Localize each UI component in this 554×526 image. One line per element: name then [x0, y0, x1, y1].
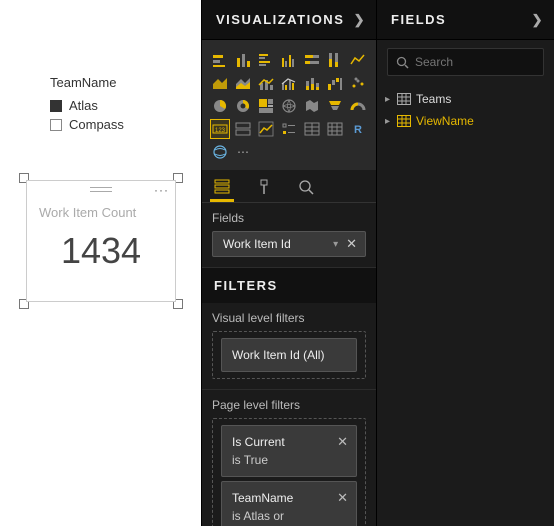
arcgis-map-icon[interactable]: [210, 142, 230, 162]
gauge-icon[interactable]: [348, 96, 368, 116]
hundred-stacked-column-icon[interactable]: [325, 50, 345, 70]
visualizations-header-label: VISUALIZATIONS: [216, 12, 344, 27]
format-tab-icon[interactable]: [252, 178, 276, 202]
svg-text:123: 123: [215, 128, 226, 134]
more-options-icon[interactable]: ···: [154, 183, 169, 197]
clustered-bar-chart-icon[interactable]: [256, 50, 276, 70]
slicer-visual[interactable]: TeamName Atlas Compass: [50, 75, 124, 136]
line-chart-icon[interactable]: [348, 50, 368, 70]
r-visual-icon[interactable]: R: [348, 119, 368, 139]
filled-map-icon[interactable]: [302, 96, 322, 116]
card-visual[interactable]: ··· Work Item Count 1434: [26, 180, 176, 302]
stacked-bar-chart-icon[interactable]: [210, 50, 230, 70]
card-title: Work Item Count: [27, 197, 175, 222]
donut-chart-icon[interactable]: [233, 96, 253, 116]
visual-filters-label: Visual level filters: [212, 311, 366, 325]
multi-row-card-icon[interactable]: [233, 119, 253, 139]
matrix-icon[interactable]: [325, 119, 345, 139]
analytics-tab-icon[interactable]: [294, 178, 318, 202]
import-custom-visual-icon[interactable]: ⋯: [233, 142, 253, 162]
fields-tab-icon[interactable]: [210, 178, 234, 202]
stacked-area-chart-icon[interactable]: [233, 73, 253, 93]
field-pill-label: Work Item Id: [223, 237, 291, 251]
card-visual-selection[interactable]: ··· Work Item Count 1434: [22, 176, 180, 306]
waterfall-chart-icon[interactable]: [325, 73, 345, 93]
remove-filter-icon[interactable]: ✕: [337, 432, 348, 452]
visualizations-header[interactable]: VISUALIZATIONS ❯: [202, 0, 376, 40]
filter-condition: is True: [232, 451, 336, 469]
visual-filters-section: Visual level filters Work Item Id (All): [202, 303, 376, 390]
search-input-wrap[interactable]: [387, 48, 544, 76]
search-input[interactable]: [415, 55, 554, 69]
line-stacked-column-icon[interactable]: [256, 73, 276, 93]
caret-right-icon: ▸: [385, 94, 397, 105]
chevron-right-icon[interactable]: ❯: [532, 12, 544, 28]
fields-pane: FIELDS ❯ ▸ Teams ▸ ViewName: [376, 0, 554, 526]
slicer-item[interactable]: Compass: [50, 117, 124, 132]
line-clustered-column-icon[interactable]: [279, 73, 299, 93]
slicer-title: TeamName: [50, 75, 124, 90]
scatter-chart-icon[interactable]: [348, 73, 368, 93]
slicer-item-label: Atlas: [69, 98, 98, 113]
fields-header-label: FIELDS: [391, 12, 446, 27]
card-value: 1434: [27, 222, 175, 272]
slicer-item[interactable]: Atlas: [50, 98, 124, 113]
remove-filter-icon[interactable]: ✕: [337, 488, 348, 508]
ribbon-chart-icon[interactable]: [302, 73, 322, 93]
filter-item[interactable]: Work Item Id (All): [221, 338, 357, 372]
kpi-icon[interactable]: [256, 119, 276, 139]
treemap-icon[interactable]: [256, 96, 276, 116]
hundred-stacked-bar-icon[interactable]: [302, 50, 322, 70]
map-icon[interactable]: [279, 96, 299, 116]
filters-header: FILTERS: [202, 268, 376, 303]
stacked-column-chart-icon[interactable]: [233, 50, 253, 70]
clustered-column-chart-icon[interactable]: [279, 50, 299, 70]
card-header[interactable]: ···: [27, 181, 175, 197]
visual-filters-dropzone[interactable]: Work Item Id (All): [212, 331, 366, 379]
report-canvas: TeamName Atlas Compass ··· Work Item Cou…: [0, 0, 201, 526]
area-chart-icon[interactable]: [210, 73, 230, 93]
svg-text:R: R: [354, 124, 362, 136]
caret-right-icon: ▸: [385, 116, 397, 127]
table-node-viewname[interactable]: ▸ ViewName: [385, 110, 546, 132]
filter-item[interactable]: Is Current is True ✕: [221, 425, 357, 477]
fields-well-section: Fields Work Item Id ▾ ✕: [202, 203, 376, 268]
table-label: Teams: [416, 92, 451, 106]
format-tabs: [202, 170, 376, 203]
visualization-gallery: 123 R ⋯: [202, 40, 376, 170]
svg-text:⋯: ⋯: [237, 145, 249, 159]
checkbox-unchecked-icon[interactable]: [50, 119, 62, 131]
field-pill[interactable]: Work Item Id ▾ ✕: [212, 231, 366, 257]
checkbox-checked-icon[interactable]: [50, 100, 62, 112]
table-node-teams[interactable]: ▸ Teams: [385, 88, 546, 110]
page-filters-dropzone[interactable]: Is Current is True ✕ TeamName is Atlas o…: [212, 418, 366, 526]
table-icon: [397, 93, 411, 105]
slicer-item-label: Compass: [69, 117, 124, 132]
funnel-icon[interactable]: [325, 96, 345, 116]
filter-field-name: TeamName: [232, 489, 336, 507]
page-filters-section: Page level filters Is Current is True ✕ …: [202, 390, 376, 526]
visualizations-pane: VISUALIZATIONS ❯: [201, 0, 376, 526]
filter-item[interactable]: TeamName is Atlas or Compass ✕: [221, 481, 357, 526]
filter-condition: is Atlas or Compass: [232, 507, 336, 526]
search-icon: [396, 56, 409, 69]
pie-chart-icon[interactable]: [210, 96, 230, 116]
fields-well-label: Fields: [212, 211, 366, 225]
filter-field-name: Is Current: [232, 433, 336, 451]
page-filters-label: Page level filters: [212, 398, 366, 412]
card-icon[interactable]: 123: [210, 119, 230, 139]
filter-item-text: Work Item Id (All): [232, 348, 324, 362]
slicer-icon[interactable]: [279, 119, 299, 139]
chevron-down-icon[interactable]: ▾: [333, 239, 338, 250]
table-label: ViewName: [416, 114, 474, 128]
fields-header[interactable]: FIELDS ❯: [377, 0, 554, 40]
fields-tree: ▸ Teams ▸ ViewName: [377, 84, 554, 136]
chevron-right-icon[interactable]: ❯: [354, 12, 366, 28]
drag-handle-icon[interactable]: [90, 187, 112, 192]
remove-field-icon[interactable]: ✕: [344, 236, 359, 252]
table-icon: [397, 115, 411, 127]
table-icon[interactable]: [302, 119, 322, 139]
